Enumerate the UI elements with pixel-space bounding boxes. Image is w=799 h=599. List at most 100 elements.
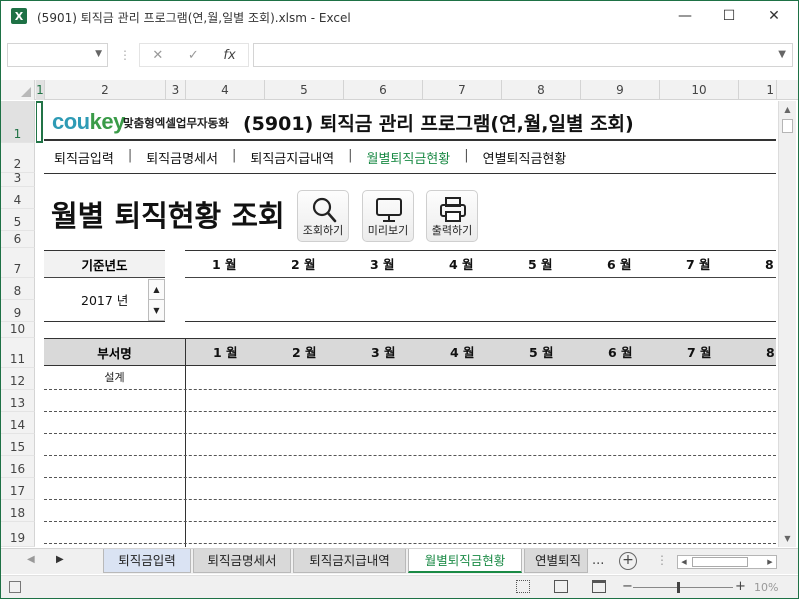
macro-record-icon[interactable] — [9, 581, 21, 593]
table-row[interactable] — [44, 478, 776, 500]
maximize-button[interactable]: ☐ — [706, 1, 752, 31]
column-header[interactable]: 10 — [660, 80, 739, 100]
row-header[interactable]: 19 — [1, 522, 35, 547]
row-header[interactable]: 4 — [1, 187, 35, 209]
row-header[interactable]: 7 — [1, 248, 35, 278]
tab-retirement-input[interactable]: 퇴직금입력 — [103, 549, 191, 573]
column-header[interactable]: 3 — [166, 80, 186, 100]
column-header[interactable]: 7 — [423, 80, 502, 100]
row-header[interactable]: 18 — [1, 500, 35, 522]
search-button[interactable]: 조회하기 — [297, 190, 349, 242]
row-header[interactable]: 14 — [1, 412, 35, 434]
scroll-left-icon[interactable]: ◀ — [678, 556, 690, 568]
scroll-thumb[interactable] — [782, 119, 793, 133]
menu-link-yearly-status[interactable]: 연별퇴직금현황 — [475, 148, 575, 167]
tab-payment-history[interactable]: 퇴직금지급내역 — [293, 549, 406, 573]
column-header[interactable]: 1 — [739, 80, 777, 100]
row-header[interactable]: 13 — [1, 390, 35, 412]
spin-down-icon[interactable]: ▼ — [149, 300, 164, 320]
row-header[interactable]: 6 — [1, 231, 35, 248]
zoom-slider[interactable] — [633, 587, 733, 588]
insert-function-icon[interactable]: fx — [223, 48, 235, 63]
zoom-slider-knob[interactable] — [677, 582, 680, 593]
tab-monthly-status[interactable]: 월별퇴직금현황 — [408, 549, 522, 573]
close-button[interactable]: ✕ — [751, 1, 797, 31]
menu-link-statement[interactable]: 퇴직금명세서 — [138, 148, 226, 167]
menu-link-retirement-input[interactable]: 퇴직금입력 — [46, 148, 122, 167]
tab-prev-icon[interactable]: ◀ — [27, 554, 35, 565]
tab-next-icon[interactable]: ▶ — [56, 554, 64, 565]
month-header: 3 월 — [370, 257, 395, 272]
drag-handle-icon[interactable]: ⋮ — [119, 48, 131, 62]
column-header[interactable]: 4 — [186, 80, 265, 100]
month-header: 7 월 — [686, 257, 711, 272]
table-row[interactable]: 설계 — [44, 368, 776, 390]
row-header[interactable]: 5 — [1, 209, 35, 231]
page-layout-icon[interactable] — [554, 580, 568, 593]
menu-link-monthly-status[interactable]: 월별퇴직금현황 — [358, 148, 458, 167]
tab-yearly-status[interactable]: 연별퇴직 — [524, 549, 588, 573]
zoom-out-icon[interactable]: − — [622, 579, 633, 594]
vertical-scrollbar[interactable]: ▲ ▼ — [778, 101, 796, 547]
minimize-button[interactable]: — — [662, 1, 708, 31]
row-header[interactable]: 16 — [1, 456, 35, 478]
column-header[interactable]: 2 — [45, 80, 166, 100]
cancel-icon[interactable]: ✕ — [152, 48, 163, 63]
scroll-down-icon[interactable]: ▼ — [779, 530, 796, 547]
spin-up-icon[interactable]: ▲ — [149, 280, 164, 300]
row-header[interactable]: 17 — [1, 478, 35, 500]
column-header[interactable]: 9 — [581, 80, 660, 100]
menu-link-payment-history[interactable]: 퇴직금지급내역 — [242, 148, 342, 167]
zoom-in-icon[interactable]: + — [735, 579, 746, 594]
add-sheet-icon[interactable]: + — [619, 552, 637, 570]
program-title: (5901) 퇴직금 관리 프로그램(연,월,일별 조회) — [243, 113, 634, 135]
worksheet-grid[interactable]: coukey 맞춤형엑셀업무자동화 (5901) 퇴직금 관리 프로그램(연,월… — [36, 101, 776, 547]
row-header[interactable]: 10 — [1, 322, 35, 338]
tab-statement[interactable]: 퇴직금명세서 — [193, 549, 291, 573]
enter-icon[interactable]: ✓ — [188, 48, 199, 63]
scroll-thumb[interactable] — [692, 557, 748, 567]
table-row[interactable] — [44, 500, 776, 522]
row-header[interactable]: 1 — [1, 101, 35, 143]
title-divider — [44, 139, 776, 141]
year-value[interactable]: 2017 년 — [44, 278, 165, 322]
row-header[interactable]: 9 — [1, 300, 35, 322]
table-row[interactable] — [44, 412, 776, 434]
formula-input[interactable]: ▼ — [253, 43, 793, 67]
page-break-view-icon[interactable] — [592, 580, 606, 593]
print-button[interactable]: 출력하기 — [426, 190, 478, 242]
row-header[interactable]: 3 — [1, 171, 35, 187]
expand-formula-icon[interactable]: ▼ — [778, 49, 786, 60]
column-header[interactable]: 8 — [502, 80, 581, 100]
table-row[interactable] — [44, 456, 776, 478]
row-header[interactable]: 2 — [1, 143, 35, 173]
table-row[interactable] — [44, 522, 776, 544]
name-box[interactable]: ▼ — [7, 43, 108, 67]
year-label: 기준년도 — [44, 250, 165, 278]
select-all-corner[interactable] — [1, 80, 35, 100]
scroll-up-icon[interactable]: ▲ — [779, 101, 796, 118]
column-header[interactable]: 1 — [36, 80, 45, 100]
month-header: 8 — [766, 345, 775, 360]
table-row[interactable] — [44, 390, 776, 412]
zoom-level[interactable]: 10% — [754, 581, 778, 594]
month-header: 4 월 — [449, 257, 474, 272]
normal-view-icon[interactable] — [516, 580, 530, 593]
chevron-down-icon[interactable]: ▼ — [95, 49, 102, 59]
row-header[interactable]: 12 — [1, 368, 35, 390]
excel-window: X (5901) 퇴직금 관리 프로그램(연,월,일별 조회).xlsm - E… — [0, 0, 799, 599]
row-header[interactable]: 8 — [1, 278, 35, 300]
splitter-handle-icon[interactable]: ⋮ — [656, 553, 668, 567]
column-header[interactable]: 6 — [344, 80, 423, 100]
table-row[interactable] — [44, 434, 776, 456]
department-name — [44, 412, 185, 434]
scroll-right-icon[interactable]: ▶ — [764, 556, 776, 568]
preview-button[interactable]: 미리보기 — [362, 190, 414, 242]
row-header[interactable]: 15 — [1, 434, 35, 456]
year-spinner[interactable]: ▲ ▼ — [148, 279, 165, 321]
horizontal-scrollbar[interactable]: ◀ ▶ — [677, 555, 777, 569]
more-tabs-icon[interactable]: ... — [592, 553, 604, 568]
row-header[interactable]: 11 — [1, 338, 35, 368]
column-header[interactable]: 5 — [265, 80, 344, 100]
logo-tagline: 맞춤형엑셀업무자동화 — [123, 116, 229, 130]
